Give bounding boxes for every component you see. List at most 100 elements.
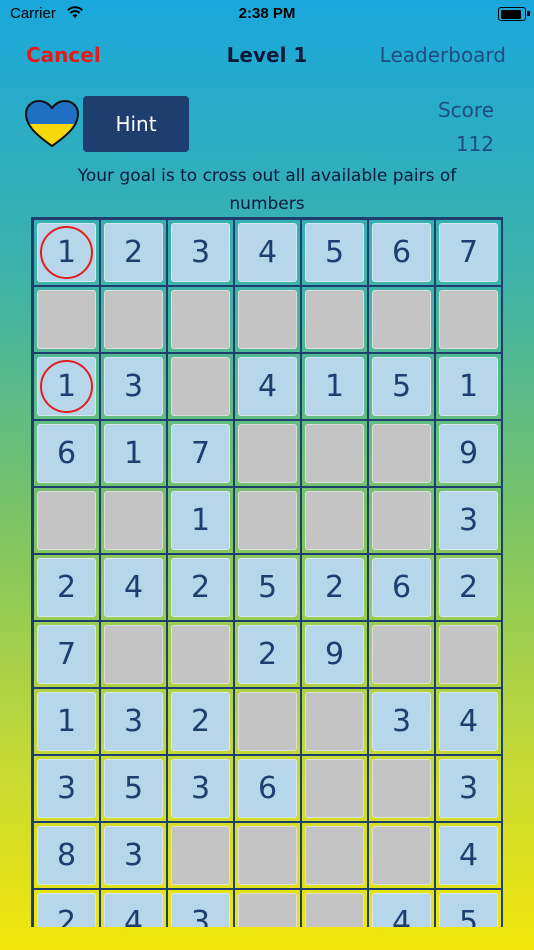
board-cell: 3 [100,688,167,755]
number-tile[interactable]: 7 [439,223,498,282]
board-cell [301,889,368,927]
board-cell: 2 [301,554,368,621]
crossed-out-tile [372,424,431,483]
number-tile[interactable]: 4 [238,223,297,282]
board-cell [234,688,301,755]
number-tile[interactable]: 3 [37,759,96,818]
board-cell: 3 [435,755,501,822]
status-bar: Carrier 2:38 PM [0,0,534,28]
number-tile[interactable]: 6 [372,223,431,282]
number-tile[interactable]: 2 [439,558,498,617]
number-tile[interactable]: 1 [104,424,163,483]
board-cell [167,822,234,889]
board-cell [33,286,100,353]
number-tile[interactable]: 3 [372,692,431,751]
board-cell: 4 [368,889,435,927]
board-cell [301,755,368,822]
board-cell: 4 [100,554,167,621]
crossed-out-tile [305,692,364,751]
number-tile[interactable]: 4 [439,826,498,885]
board-cell: 3 [167,889,234,927]
number-tile[interactable]: 4 [439,692,498,751]
leaderboard-button[interactable]: Leaderboard [380,43,506,67]
score-value: 112 [455,132,494,156]
number-tile[interactable]: 2 [238,625,297,684]
number-tile[interactable]: 9 [439,424,498,483]
crossed-out-tile [171,625,230,684]
board-cell: 2 [167,688,234,755]
hint-button[interactable]: Hint [83,96,189,152]
number-tile[interactable]: 5 [104,759,163,818]
crossed-out-tile [238,491,297,550]
board-cell: 3 [100,822,167,889]
number-tile[interactable]: 7 [171,424,230,483]
board-cell [33,487,100,554]
number-tile[interactable]: 2 [104,223,163,282]
number-tile[interactable]: 4 [104,558,163,617]
number-tile[interactable]: 8 [37,826,96,885]
board-cell: 7 [33,621,100,688]
crossed-out-tile [171,290,230,349]
board-cell: 3 [368,688,435,755]
number-tile[interactable]: 3 [104,692,163,751]
number-tile[interactable]: 2 [171,692,230,751]
number-tile[interactable]: 4 [238,357,297,416]
number-tile[interactable]: 5 [439,893,498,927]
board-cell: 5 [301,219,368,286]
board-cell: 2 [100,219,167,286]
number-tile[interactable]: 7 [37,625,96,684]
board-cell: 8 [33,822,100,889]
board-cell [234,889,301,927]
board-cell: 2 [33,889,100,927]
number-tile[interactable]: 1 [305,357,364,416]
number-tile[interactable]: 1 [37,357,96,416]
board-cell: 4 [234,219,301,286]
board-cell: 4 [234,353,301,420]
board-cell: 5 [368,353,435,420]
number-tile[interactable]: 3 [171,759,230,818]
status-time: 2:38 PM [238,5,296,22]
number-tile[interactable]: 3 [104,826,163,885]
number-tile[interactable]: 5 [305,223,364,282]
number-tile[interactable]: 4 [104,893,163,927]
number-tile[interactable]: 2 [37,558,96,617]
number-tile[interactable]: 6 [37,424,96,483]
board-cell: 2 [167,554,234,621]
number-tile[interactable]: 6 [238,759,297,818]
battery-icon [498,7,530,21]
board-cell [435,286,501,353]
number-tile[interactable]: 2 [171,558,230,617]
board-cell [167,353,234,420]
nav-bar: Cancel Level 1 Leaderboard [0,40,534,70]
number-tile[interactable]: 9 [305,625,364,684]
number-tile[interactable]: 3 [171,223,230,282]
crossed-out-tile [305,290,364,349]
number-tile[interactable]: 1 [37,692,96,751]
crossed-out-tile [439,290,498,349]
board-cell [368,822,435,889]
number-tile[interactable]: 1 [439,357,498,416]
crossed-out-tile [439,625,498,684]
number-tile[interactable]: 3 [104,357,163,416]
crossed-out-tile [372,290,431,349]
board-cell [368,420,435,487]
crossed-out-tile [372,759,431,818]
crossed-out-tile [305,424,364,483]
crossed-out-tile [238,290,297,349]
number-tile[interactable]: 2 [305,558,364,617]
number-tile[interactable]: 1 [171,491,230,550]
board-cell [368,755,435,822]
board-cell: 7 [435,219,501,286]
number-tile[interactable]: 4 [372,893,431,927]
number-tile[interactable]: 6 [372,558,431,617]
number-tile[interactable]: 2 [37,893,96,927]
board-cell: 3 [33,755,100,822]
board-cell [100,286,167,353]
number-tile[interactable]: 5 [372,357,431,416]
number-tile[interactable]: 3 [439,759,498,818]
number-tile[interactable]: 5 [238,558,297,617]
number-tile[interactable]: 1 [37,223,96,282]
number-tile[interactable]: 3 [171,893,230,927]
number-tile[interactable]: 3 [439,491,498,550]
score-label: Score [437,98,494,122]
